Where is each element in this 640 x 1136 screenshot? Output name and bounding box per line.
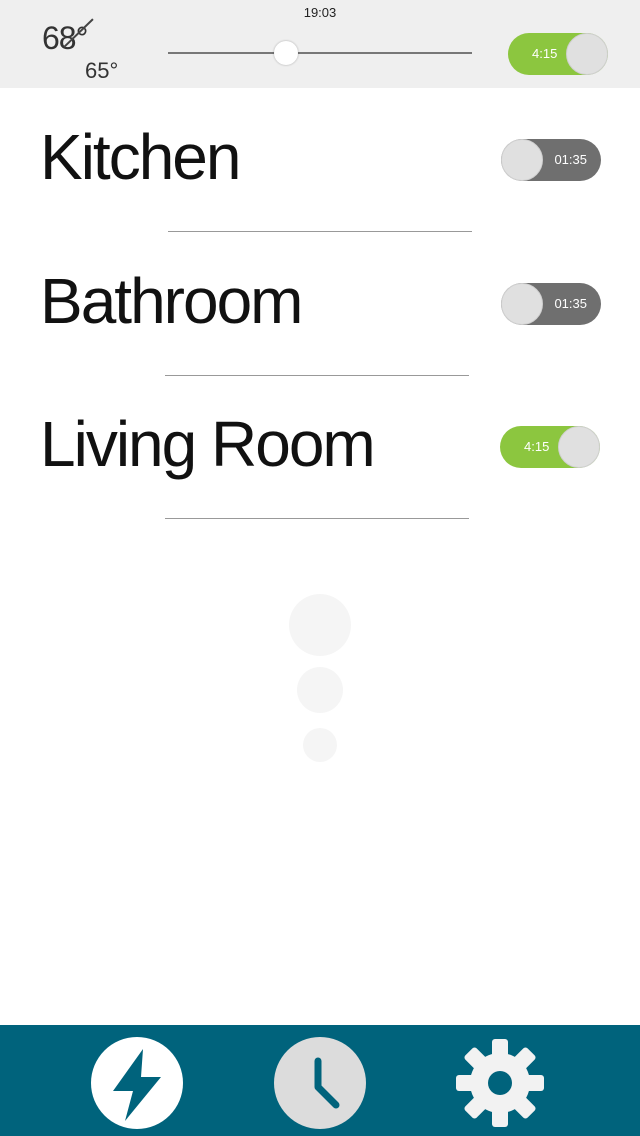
- clock-icon: [274, 1037, 366, 1129]
- kitchen-timer-label: 01:35: [554, 152, 587, 167]
- tab-power[interactable]: [91, 1037, 183, 1129]
- room-name-living-room[interactable]: Living Room: [40, 407, 376, 481]
- header-timer-label: 4:15: [532, 46, 558, 61]
- target-temperature: 65°: [85, 58, 119, 83]
- status-time: 19:03: [303, 5, 337, 20]
- tab-schedule[interactable]: [274, 1037, 366, 1129]
- living-room-timer-label: 4:15: [524, 439, 550, 454]
- gear-icon: [454, 1037, 546, 1129]
- bathroom-timer-toggle[interactable]: 01:35: [501, 283, 601, 325]
- room-divider: [165, 518, 469, 519]
- room-divider: [165, 375, 469, 376]
- header-bar: 19:03 68° 65° 4:15: [0, 0, 640, 88]
- kitchen-timer-toggle[interactable]: 01:35: [501, 139, 601, 181]
- room-name-bathroom[interactable]: Bathroom: [40, 264, 303, 338]
- toggle-knob: [501, 139, 543, 181]
- living-room-timer-toggle[interactable]: 4:15: [500, 426, 600, 468]
- toggle-knob: [558, 426, 600, 468]
- bathroom-timer-label: 01:35: [554, 296, 587, 311]
- temperature-slider[interactable]: [168, 52, 472, 54]
- temperature-slider-thumb[interactable]: [274, 41, 298, 65]
- lightning-icon: [91, 1037, 183, 1129]
- header-timer-toggle[interactable]: 4:15: [508, 33, 608, 75]
- bottom-tab-bar: [0, 1025, 640, 1136]
- loading-dot-large: [289, 594, 351, 656]
- room-name-kitchen[interactable]: Kitchen: [40, 120, 241, 194]
- room-divider: [168, 231, 472, 232]
- loading-dot-medium: [297, 667, 343, 713]
- loading-dot-small: [303, 728, 337, 762]
- toggle-knob: [501, 283, 543, 325]
- toggle-knob: [566, 33, 608, 75]
- current-temperature: 68°: [42, 20, 88, 56]
- tab-settings[interactable]: [454, 1037, 546, 1129]
